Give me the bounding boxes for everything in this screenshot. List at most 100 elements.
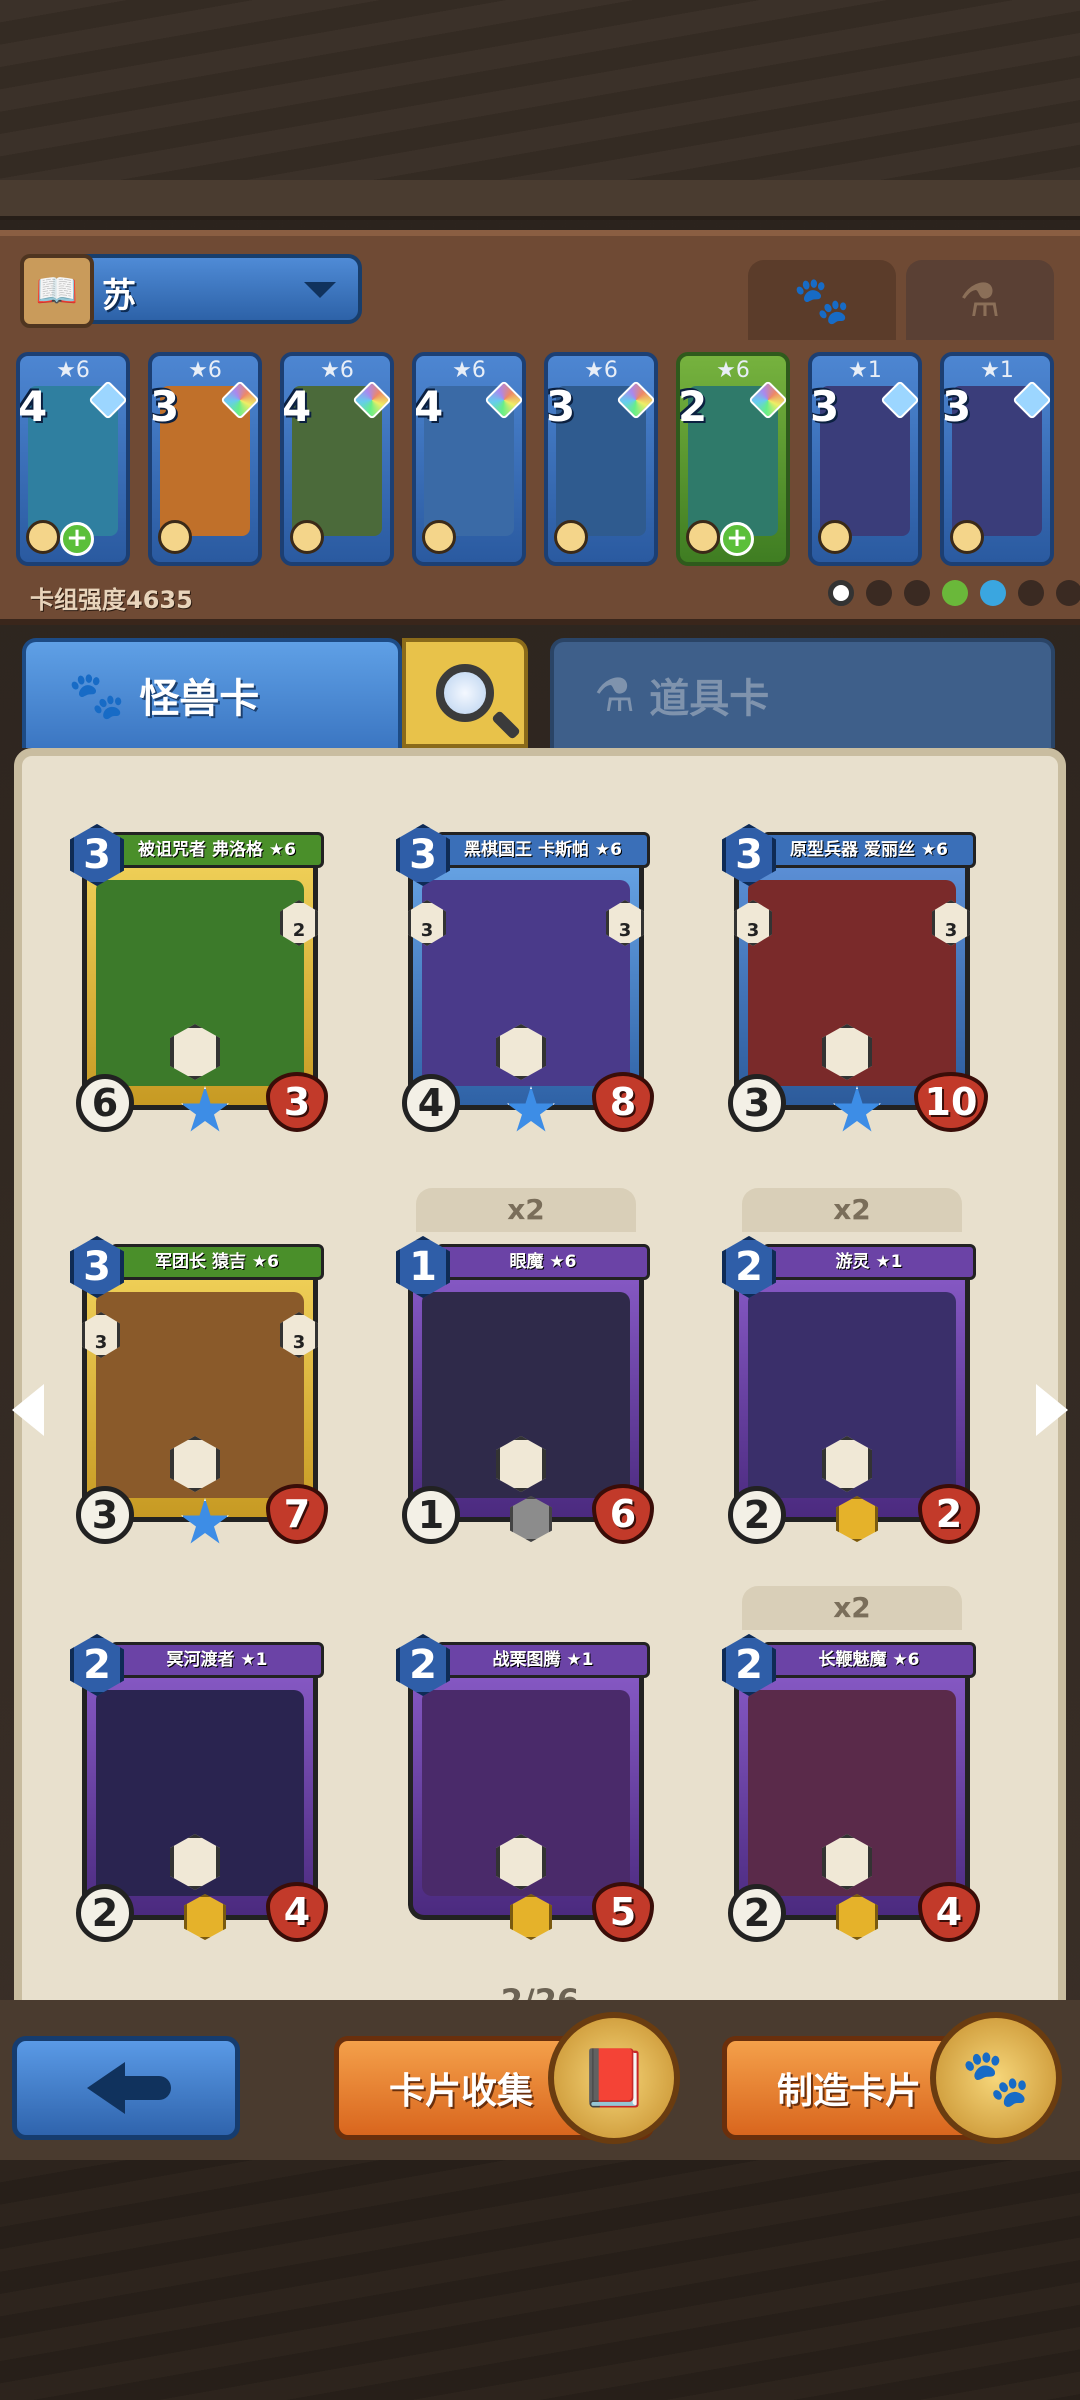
dragon-faction-icon[interactable] — [1018, 580, 1044, 606]
card-attack: 3 — [76, 1486, 134, 1544]
card-attack: 2 — [728, 1884, 786, 1942]
card-name: 黑棋国王 卡斯帕 ★6 — [436, 832, 650, 868]
deck-book-icon: 📖 — [20, 254, 94, 328]
card-attack: 2 — [76, 1884, 134, 1942]
deck-card[interactable]: ★6 4 — [412, 352, 526, 566]
card-name: 长鞭魅魔 ★6 — [762, 1642, 976, 1678]
monster-card[interactable]: x2 眼魔 ★6 1 1 6 — [396, 1188, 656, 1548]
card-stars: ★1 — [980, 358, 1014, 383]
card-cost: 2 — [678, 382, 708, 431]
back-button[interactable] — [12, 2036, 240, 2140]
card-attack: 2 — [728, 1486, 786, 1544]
deck-selector[interactable]: 📖 苏 — [20, 254, 362, 328]
card-stars: ★6 — [188, 358, 222, 383]
card-cost: 3 — [150, 382, 180, 431]
card-book-icon[interactable]: 📕 — [548, 2012, 680, 2144]
wood-band — [0, 180, 1080, 220]
duplicate-count: x2 — [742, 1188, 962, 1232]
card-health: 3 — [266, 1072, 328, 1132]
deck-card[interactable]: ★1 3 — [940, 352, 1054, 566]
weapon-icon — [290, 520, 324, 554]
search-button[interactable] — [402, 638, 528, 748]
potion-icon: ⚗ — [594, 668, 636, 722]
monster-card[interactable]: 军团长 猿吉 ★6 3 3 3 3 7 — [70, 1228, 330, 1548]
deck-filter-icons — [828, 580, 1080, 606]
heal-icon: + — [720, 522, 754, 556]
tab-monster-cards[interactable]: 🐾 怪兽卡 — [22, 638, 402, 748]
card-attack: 4 — [402, 1074, 460, 1132]
fire-faction-icon[interactable] — [1056, 580, 1080, 606]
deck-card[interactable]: ★6 2 + — [676, 352, 790, 566]
wood-background-top — [0, 0, 1080, 200]
card-stars: ★6 — [320, 358, 354, 383]
weapon-icon — [686, 520, 720, 554]
paw-icon: 🐾 — [793, 272, 851, 327]
monster-card[interactable]: x2 游灵 ★1 2 2 2 — [722, 1188, 982, 1548]
deck-card[interactable]: ★6 3 — [544, 352, 658, 566]
monster-card[interactable]: 被诅咒者 弗洛格 ★6 3 2 6 3 — [70, 816, 330, 1136]
card-cost: 4 — [414, 382, 444, 431]
tab-item-cards[interactable]: ⚗ 道具卡 — [550, 638, 1055, 748]
prev-page-arrow-icon[interactable] — [12, 1384, 44, 1436]
monster-card[interactable]: x2 长鞭魅魔 ★6 2 2 4 — [722, 1586, 982, 1946]
weapon-icon — [950, 520, 984, 554]
card-stars: ★6 — [716, 358, 750, 383]
tab-item-label: 道具卡 — [649, 676, 770, 722]
tab-monster-label: 怪兽卡 — [139, 676, 260, 722]
craft-card-label: 制造卡片 — [777, 2071, 922, 2112]
deck-card[interactable]: ★6 3 — [148, 352, 262, 566]
heal-icon: + — [60, 522, 94, 556]
card-name: 战栗图腾 ★1 — [436, 1642, 650, 1678]
paw-jar-icon[interactable]: 🐾 — [930, 2012, 1062, 2144]
deck-card[interactable]: ★1 3 — [808, 352, 922, 566]
tab-monster-deck[interactable]: 🐾 — [748, 260, 896, 340]
card-cost: 4 — [18, 382, 48, 431]
card-collection-label: 卡片收集 — [389, 2071, 534, 2112]
duplicate-count: x2 — [416, 1188, 636, 1232]
deck-name: 苏 — [102, 276, 136, 316]
card-name: 冥河渡者 ★1 — [110, 1642, 324, 1678]
card-health: 10 — [914, 1072, 988, 1132]
card-attack: 1 — [402, 1486, 460, 1544]
card-health: 4 — [266, 1882, 328, 1942]
all-filter-icon[interactable] — [828, 580, 854, 606]
card-stars: ★6 — [56, 358, 90, 383]
weapon-icon — [554, 520, 588, 554]
deck-card[interactable]: ★6 4 + — [16, 352, 130, 566]
card-name: 原型兵器 爱丽丝 ★6 — [762, 832, 976, 868]
next-page-arrow-icon[interactable] — [1036, 1384, 1068, 1436]
paw-icon: 🐾 — [68, 667, 126, 722]
weapon-icon — [158, 520, 192, 554]
tab-item-deck[interactable]: ⚗ — [906, 260, 1054, 340]
dark-faction-icon[interactable] — [866, 580, 892, 606]
card-health: 7 — [266, 1484, 328, 1544]
card-cost: 4 — [282, 382, 312, 431]
search-icon — [436, 664, 494, 722]
card-attack: 3 — [728, 1074, 786, 1132]
nature-faction-icon[interactable] — [942, 580, 968, 606]
card-health: 6 — [592, 1484, 654, 1544]
deck-card[interactable]: ★6 4 — [280, 352, 394, 566]
potion-icon: ⚗ — [959, 273, 1001, 327]
deck-strength: 卡组强度4635 — [30, 586, 193, 614]
card-cost: 3 — [942, 382, 972, 431]
duplicate-count: x2 — [742, 1586, 962, 1630]
monster-card[interactable]: 冥河渡者 ★1 2 2 4 — [70, 1626, 330, 1946]
monster-card[interactable]: 战栗图腾 ★1 2 5 — [396, 1626, 656, 1946]
card-stars: ★1 — [848, 358, 882, 383]
water-faction-icon[interactable] — [980, 580, 1006, 606]
card-health: 8 — [592, 1072, 654, 1132]
card-name: 游灵 ★1 — [762, 1244, 976, 1280]
card-stars: ★6 — [452, 358, 486, 383]
weapon-icon — [818, 520, 852, 554]
monster-card[interactable]: 原型兵器 爱丽丝 ★6 3 3 3 3 10 — [722, 816, 988, 1136]
beast-faction-icon[interactable] — [904, 580, 930, 606]
card-stars: ★6 — [584, 358, 618, 383]
wood-background-bottom — [0, 2160, 1080, 2400]
back-arrow-icon — [87, 2062, 171, 2114]
monster-card[interactable]: 黑棋国王 卡斯帕 ★6 3 3 3 4 8 — [396, 816, 656, 1136]
card-health: 4 — [918, 1882, 980, 1942]
chevron-down-icon — [304, 282, 336, 298]
weapon-icon — [422, 520, 456, 554]
card-cost: 3 — [546, 382, 576, 431]
